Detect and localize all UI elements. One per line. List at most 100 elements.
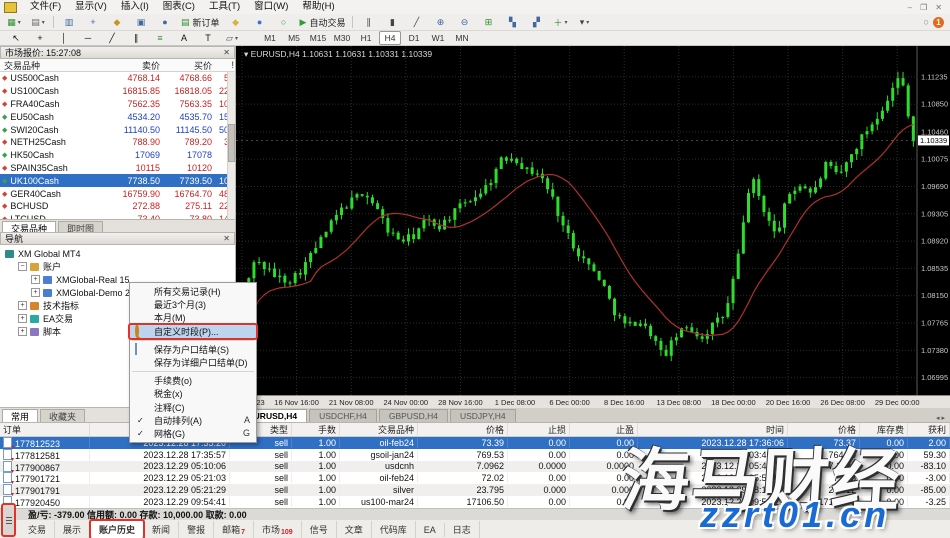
market-watch-row[interactable]: ◆SWI20Cash11140.5011145.50500 xyxy=(0,123,235,136)
timeframe-M30[interactable]: M30 xyxy=(331,31,353,45)
expand-icon[interactable]: − xyxy=(18,262,27,271)
mw-col-header[interactable]: 买价 xyxy=(160,59,212,72)
trendline-tool[interactable]: ╱ xyxy=(101,30,123,46)
search-icon[interactable]: ○ xyxy=(923,17,929,28)
strategy-tester-button[interactable]: ● xyxy=(154,14,176,30)
market-watch-row[interactable]: ◆SPAIN35Cash10115101205 xyxy=(0,162,235,175)
mw-col-header[interactable]: ! xyxy=(212,60,234,70)
mw-col-header[interactable]: 交易品种 xyxy=(0,59,104,72)
close-icon[interactable]: ✕ xyxy=(223,48,230,57)
history-col-header[interactable]: 价格 xyxy=(418,423,508,436)
timeframe-D1[interactable]: D1 xyxy=(403,31,425,45)
chart-window[interactable]: 1.112351.108501.104601.100751.096901.093… xyxy=(236,46,950,422)
indicators-button[interactable]: ＋▾ xyxy=(549,14,571,30)
timeframe-M5[interactable]: M5 xyxy=(283,31,305,45)
timeframe-H1[interactable]: H1 xyxy=(355,31,377,45)
bar-chart-mode-button[interactable]: ∥ xyxy=(357,14,379,30)
market-watch-row[interactable]: ◆FRA40Cash7562.357563.35100 xyxy=(0,98,235,111)
zoom-out-button[interactable]: ⊖ xyxy=(453,14,475,30)
timeframe-MN[interactable]: MN xyxy=(451,31,473,45)
menu-帮助(H)[interactable]: 帮助(H) xyxy=(295,0,341,14)
terminal-tab-交易[interactable]: 交易 xyxy=(20,521,55,538)
market-watch-row[interactable]: ◆HK50Cash17069170789 xyxy=(0,149,235,162)
web-button[interactable]: ○ xyxy=(273,14,295,30)
menu-工具(T)[interactable]: 工具(T) xyxy=(202,0,247,14)
history-col-header[interactable]: 订单 xyxy=(0,423,90,436)
menu-item[interactable]: 所有交易记录(H) xyxy=(130,285,256,298)
terminal-tab-邮箱[interactable]: 邮箱7 xyxy=(214,521,254,538)
history-col-header[interactable]: 交易品种 xyxy=(340,423,418,436)
chart-tab-USDJPY,H4[interactable]: USDJPY,H4 xyxy=(450,409,516,422)
cascade-windows-button[interactable]: ▞ xyxy=(525,14,547,30)
community-button[interactable]: ● xyxy=(249,14,271,30)
timeframe-M1[interactable]: M1 xyxy=(259,31,281,45)
expand-icon[interactable]: + xyxy=(31,288,40,297)
tile-windows-button[interactable]: ⊞ xyxy=(477,14,499,30)
nav-tab-收藏夹[interactable]: 收藏夹 xyxy=(40,409,85,422)
hline-tool[interactable]: ─ xyxy=(77,30,99,46)
menu-文件(F)[interactable]: 文件(F) xyxy=(23,0,68,14)
menu-显示(V)[interactable]: 显示(V) xyxy=(68,0,114,14)
chart-tab-USDCHF,H4[interactable]: USDCHF,H4 xyxy=(309,409,377,422)
terminal-tab-展示[interactable]: 展示 xyxy=(55,521,90,538)
market-watch-row[interactable]: ◆NETH25Cash788.90789.2030 xyxy=(0,136,235,149)
vline-tool[interactable]: │ xyxy=(53,30,75,46)
text-tool[interactable]: A xyxy=(173,30,195,46)
market-watch-row[interactable]: ◆EU50Cash4534.204535.70150 xyxy=(0,110,235,123)
menu-插入(I)[interactable]: 插入(I) xyxy=(114,0,156,14)
line-chart-mode-button[interactable]: ╱ xyxy=(405,14,427,30)
nav-item[interactable]: XM Global MT4 xyxy=(0,247,235,260)
arrange-vertical-button[interactable]: ▚ xyxy=(501,14,523,30)
metaeditor-button[interactable]: ◆ xyxy=(225,14,247,30)
data-window-toggle-button[interactable]: + xyxy=(82,14,104,30)
history-col-header[interactable]: 手数 xyxy=(292,423,340,436)
label-tool[interactable]: T xyxy=(197,30,219,46)
autotrading-button[interactable]: ▶自动交易 xyxy=(297,14,349,30)
menu-item[interactable]: 注释(C) xyxy=(130,401,256,414)
chart-tab-GBPUSD,H4[interactable]: GBPUSD,H4 xyxy=(379,409,448,422)
new-order-button[interactable]: ▤新订单 xyxy=(178,14,223,30)
terminal-toggle-button[interactable]: ▣ xyxy=(130,14,152,30)
timeframe-M15[interactable]: M15 xyxy=(307,31,329,45)
expand-icon[interactable]: + xyxy=(18,301,27,310)
candlestick-chart[interactable]: 1.112351.108501.104601.100751.096901.093… xyxy=(236,46,950,398)
terminal-tab-日志[interactable]: 日志 xyxy=(445,521,480,538)
market-watch-row[interactable]: ◆US100Cash16815.8516818.05220 xyxy=(0,85,235,98)
notification-badge[interactable]: 1 xyxy=(933,17,944,28)
candle-chart-mode-button[interactable]: ▮ xyxy=(381,14,403,30)
market-watch-toggle-button[interactable]: ▥ xyxy=(58,14,80,30)
terminal-tab-市场[interactable]: 市场109 xyxy=(254,521,302,538)
terminal-tab-EA[interactable]: EA xyxy=(416,523,445,537)
mw-col-header[interactable]: 卖价 xyxy=(104,59,160,72)
market-watch-row[interactable]: ◆UK100Cash7738.507739.50100 xyxy=(0,174,235,187)
menu-item[interactable]: 手续费(o) xyxy=(130,374,256,387)
window-control[interactable]: – xyxy=(908,3,912,12)
menu-item[interactable]: 最近3个月(3) xyxy=(130,298,256,311)
channel-tool[interactable]: ∥ xyxy=(125,30,147,46)
menu-item[interactable]: 保存为详细户口结单(D) xyxy=(130,356,256,369)
terminal-tab-警报[interactable]: 警报 xyxy=(179,521,214,538)
market-watch-row[interactable]: ◆LTCUSD73.4073.80140 xyxy=(0,213,235,219)
fibonacci-tool[interactable]: ≡ xyxy=(149,30,171,46)
terminal-tab-信号[interactable]: 信号 xyxy=(302,521,337,538)
nav-tab-常用[interactable]: 常用 xyxy=(2,409,38,422)
terminal-tab-账户历史[interactable]: 账户历史 xyxy=(90,520,144,538)
crosshair-tool[interactable]: + xyxy=(29,30,51,46)
cursor-tool[interactable]: ↖ xyxy=(5,30,27,46)
expand-icon[interactable]: + xyxy=(18,314,27,323)
scrollbar[interactable] xyxy=(227,72,235,219)
expand-icon[interactable]: + xyxy=(31,275,40,284)
menu-图表(C)[interactable]: 图表(C) xyxy=(156,0,202,14)
terminal-tab-代码库[interactable]: 代码库 xyxy=(372,521,416,538)
menu-item[interactable]: 税金(x) xyxy=(130,387,256,400)
terminal-tab-新闻[interactable]: 新闻 xyxy=(144,521,179,538)
menu-item[interactable]: 自定义时段(P)... xyxy=(130,325,256,338)
periods-button[interactable]: ▾▾ xyxy=(573,14,595,30)
expand-icon[interactable]: + xyxy=(18,327,27,336)
menu-item[interactable]: 本月(M) xyxy=(130,311,256,324)
close-icon[interactable]: ✕ xyxy=(223,234,230,243)
zoom-in-button[interactable]: ⊕ xyxy=(429,14,451,30)
navigator-toggle-button[interactable]: ◆ xyxy=(106,14,128,30)
menu-item[interactable]: ✓网格(G)G xyxy=(130,427,256,440)
timeframe-W1[interactable]: W1 xyxy=(427,31,449,45)
